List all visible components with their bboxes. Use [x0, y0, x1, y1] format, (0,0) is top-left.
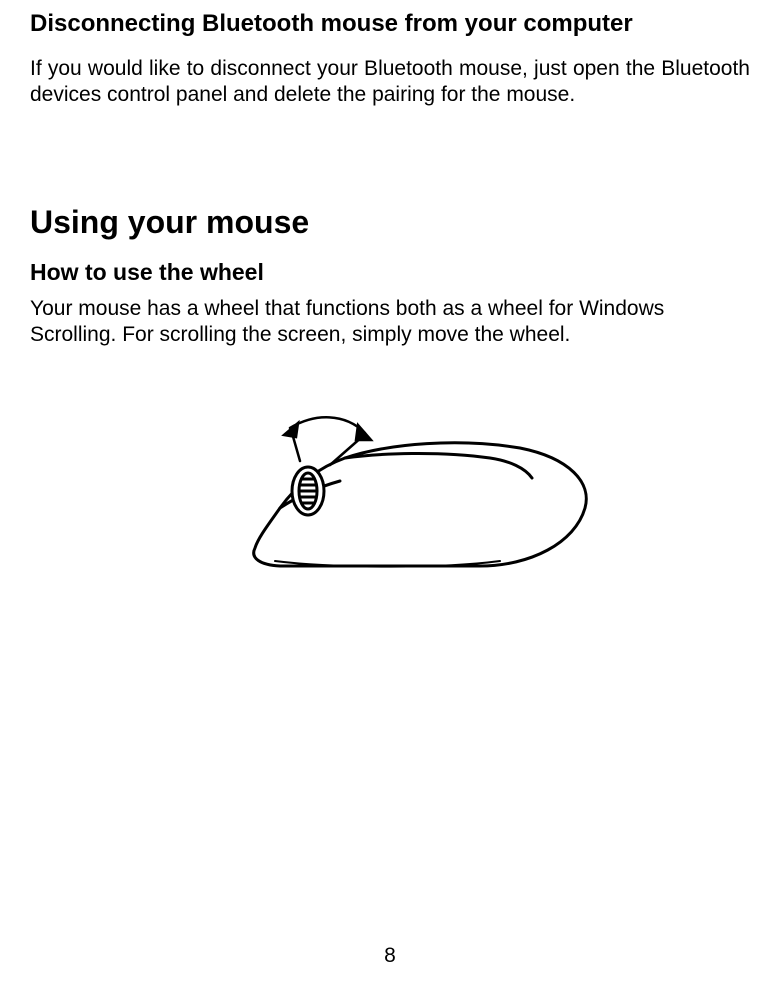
body-text-disconnecting: If you would like to disconnect your Blu… — [30, 56, 750, 109]
body-text-wheel: Your mouse has a wheel that functions bo… — [30, 296, 750, 349]
mouse-illustration — [180, 403, 600, 583]
main-heading-using-mouse: Using your mouse — [30, 204, 750, 241]
sub-heading-wheel: How to use the wheel — [30, 259, 750, 286]
page-number: 8 — [0, 944, 780, 968]
section-heading-disconnecting: Disconnecting Bluetooth mouse from your … — [30, 10, 750, 38]
